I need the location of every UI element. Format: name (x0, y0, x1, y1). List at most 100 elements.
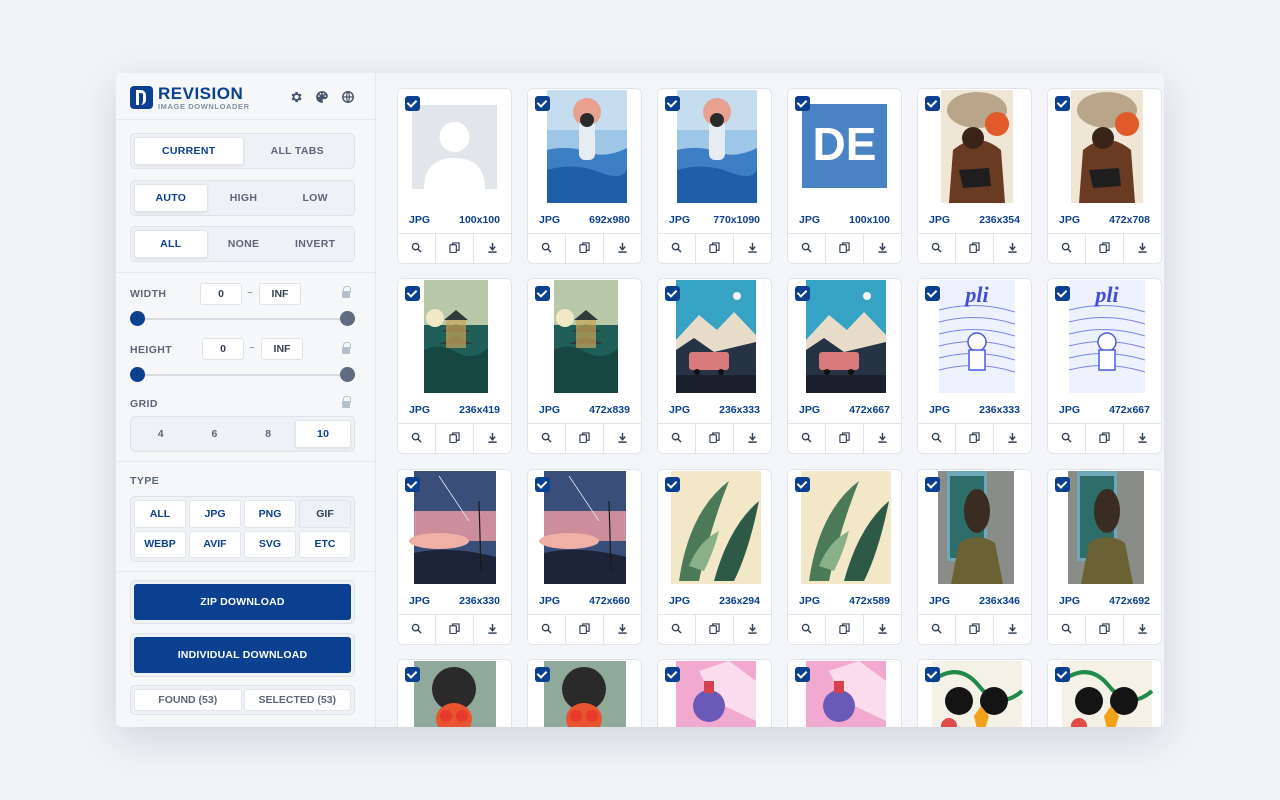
image-card[interactable]: JPG 100x100 (397, 88, 512, 264)
type-gif[interactable]: GIF (299, 500, 351, 528)
select-checkbox[interactable] (405, 96, 420, 111)
grid-8[interactable]: 8 (242, 420, 296, 448)
globe-icon[interactable] (341, 90, 355, 104)
image-card[interactable]: JPG 472x589 (787, 469, 902, 645)
download-button[interactable] (474, 234, 511, 263)
type-svg[interactable]: SVG (244, 530, 296, 558)
copy-button[interactable] (826, 615, 864, 644)
download-button[interactable] (994, 234, 1031, 263)
type-jpg[interactable]: JPG (189, 500, 241, 528)
select-checkbox[interactable] (1055, 477, 1070, 492)
image-card[interactable]: JPG 236x330 (397, 469, 512, 645)
select-checkbox[interactable] (535, 667, 550, 682)
preview-button[interactable] (1048, 234, 1086, 263)
image-card[interactable]: DE JPG 100x100 (787, 88, 902, 264)
select-checkbox[interactable] (665, 286, 680, 301)
width-max-input[interactable]: INF (259, 283, 301, 305)
download-button[interactable] (474, 615, 511, 644)
image-card[interactable]: JPG 472x667 (787, 278, 902, 454)
type-webp[interactable]: WEBP (134, 530, 186, 558)
copy-button[interactable] (1086, 615, 1124, 644)
copy-button[interactable] (436, 234, 474, 263)
height-max-input[interactable]: INF (261, 338, 303, 360)
copy-button[interactable] (956, 234, 994, 263)
download-button[interactable] (604, 424, 641, 453)
download-button[interactable] (474, 424, 511, 453)
preview-button[interactable] (788, 234, 826, 263)
preview-button[interactable] (788, 424, 826, 453)
image-card[interactable] (527, 659, 642, 727)
select-none[interactable]: NONE (208, 230, 280, 258)
lock-icon[interactable] (342, 396, 351, 409)
quality-low[interactable]: LOW (279, 184, 351, 212)
image-card[interactable] (1047, 659, 1162, 727)
type-etc[interactable]: ETC (299, 530, 351, 558)
image-card[interactable]: JPG 472x839 (527, 278, 642, 454)
copy-button[interactable] (956, 424, 994, 453)
preview-button[interactable] (528, 424, 566, 453)
select-checkbox[interactable] (795, 286, 810, 301)
select-checkbox[interactable] (535, 96, 550, 111)
download-button[interactable] (864, 424, 901, 453)
image-card[interactable]: JPG 236x354 (917, 88, 1032, 264)
preview-button[interactable] (1048, 424, 1086, 453)
download-button[interactable] (1124, 615, 1161, 644)
quality-auto[interactable]: AUTO (134, 184, 208, 212)
select-invert[interactable]: INVERT (279, 230, 351, 258)
image-card[interactable]: pli JPG 236x333 (917, 278, 1032, 454)
preview-button[interactable] (658, 424, 696, 453)
image-card[interactable]: JPG 236x419 (397, 278, 512, 454)
download-button[interactable] (864, 615, 901, 644)
width-slider[interactable] (130, 311, 355, 326)
copy-button[interactable] (566, 424, 604, 453)
image-card[interactable]: JPG 472x692 (1047, 469, 1162, 645)
lock-icon[interactable] (342, 286, 351, 299)
preview-button[interactable] (658, 234, 696, 263)
copy-button[interactable] (566, 234, 604, 263)
copy-button[interactable] (696, 234, 734, 263)
image-card[interactable]: JPG 236x346 (917, 469, 1032, 645)
copy-button[interactable] (956, 615, 994, 644)
scope-all-tabs[interactable]: ALL TABS (244, 137, 352, 165)
image-card[interactable] (657, 659, 772, 727)
image-card[interactable] (787, 659, 902, 727)
copy-button[interactable] (826, 424, 864, 453)
preview-button[interactable] (398, 615, 436, 644)
download-button[interactable] (1124, 424, 1161, 453)
gear-icon[interactable] (289, 90, 303, 104)
copy-button[interactable] (696, 615, 734, 644)
type-all[interactable]: ALL (134, 500, 186, 528)
preview-button[interactable] (528, 234, 566, 263)
lock-icon[interactable] (342, 342, 351, 355)
select-checkbox[interactable] (795, 667, 810, 682)
select-checkbox[interactable] (1055, 96, 1070, 111)
copy-button[interactable] (1086, 234, 1124, 263)
height-min-handle[interactable] (130, 367, 145, 382)
download-button[interactable] (1124, 234, 1161, 263)
download-button[interactable] (994, 615, 1031, 644)
image-card[interactable] (397, 659, 512, 727)
height-max-handle[interactable] (340, 367, 355, 382)
copy-button[interactable] (1086, 424, 1124, 453)
width-max-handle[interactable] (340, 311, 355, 326)
preview-button[interactable] (918, 234, 956, 263)
type-avif[interactable]: AVIF (189, 530, 241, 558)
preview-button[interactable] (918, 424, 956, 453)
preview-button[interactable] (528, 615, 566, 644)
select-checkbox[interactable] (1055, 286, 1070, 301)
zip-download-button[interactable]: ZIP DOWNLOAD (134, 584, 351, 620)
download-button[interactable] (604, 234, 641, 263)
individual-download-button[interactable]: INDIVIDUAL DOWNLOAD (134, 637, 351, 673)
select-checkbox[interactable] (535, 286, 550, 301)
download-button[interactable] (734, 615, 771, 644)
select-checkbox[interactable] (925, 286, 940, 301)
scope-current[interactable]: CURRENT (134, 137, 244, 165)
width-min-handle[interactable] (130, 311, 145, 326)
download-button[interactable] (994, 424, 1031, 453)
select-checkbox[interactable] (925, 667, 940, 682)
image-card[interactable]: JPG 472x708 (1047, 88, 1162, 264)
select-checkbox[interactable] (795, 96, 810, 111)
preview-button[interactable] (398, 424, 436, 453)
select-all[interactable]: ALL (134, 230, 208, 258)
preview-button[interactable] (398, 234, 436, 263)
